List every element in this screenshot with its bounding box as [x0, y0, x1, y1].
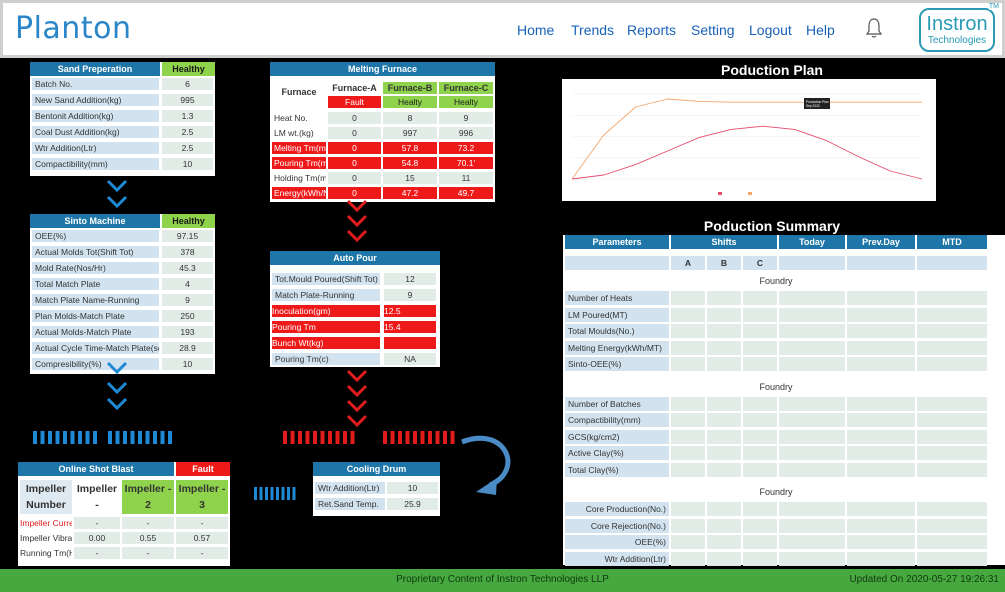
flow-chevron-icon	[106, 397, 128, 411]
flow-dash	[130, 431, 135, 444]
flow-dash	[33, 431, 37, 444]
flow-dash	[48, 431, 52, 444]
flow-dash	[93, 431, 97, 444]
flow-dash	[276, 487, 279, 500]
flow-dash	[270, 487, 274, 500]
flow-dash	[265, 487, 268, 500]
flow-dash	[40, 431, 45, 444]
flow-dash	[254, 487, 257, 500]
flow-dash	[138, 431, 142, 444]
flow-dash	[115, 431, 120, 444]
flow-dash	[108, 431, 112, 444]
curved-arrow-icon	[461, 435, 511, 488]
flow-dash	[320, 431, 325, 444]
flow-dash	[420, 431, 425, 444]
flow-chevron-icon	[346, 214, 368, 228]
flow-dash	[283, 431, 287, 444]
flow-dash	[292, 487, 296, 500]
flow-dash	[343, 431, 347, 444]
flow-dash	[168, 431, 172, 444]
flow-dash	[85, 431, 90, 444]
flow-dash	[335, 431, 340, 444]
flow-dash	[413, 431, 417, 444]
flow-dash	[398, 431, 402, 444]
flow-dash	[313, 431, 317, 444]
flow-dash	[305, 431, 310, 444]
flow-decorations	[33, 179, 511, 500]
flow-dash	[281, 487, 285, 500]
flow-dash	[153, 431, 157, 444]
flow-chevron-icon	[346, 399, 368, 413]
flow-dash	[298, 431, 302, 444]
footer-bar: Proprietary Content of Instron Technolog…	[0, 569, 1005, 592]
flow-chevron-icon	[346, 229, 368, 243]
flow-dash	[55, 431, 60, 444]
flow-chevron-icon	[346, 414, 368, 428]
flow-chevron-icon	[106, 179, 128, 193]
footer-updated: Updated On 2020-05-27 19:26:31	[849, 574, 999, 585]
flow-dash	[383, 431, 387, 444]
flow-dash	[259, 487, 263, 500]
flow-dash	[123, 431, 127, 444]
flow-chevron-icon	[106, 195, 128, 209]
flow-dash	[450, 431, 455, 444]
flow-chevron-icon	[346, 369, 368, 383]
flow-dash	[287, 487, 290, 500]
flow-dash	[443, 431, 447, 444]
flow-dash	[390, 431, 395, 444]
flow-dash	[405, 431, 410, 444]
flow-dash	[290, 431, 295, 444]
flow-dash	[435, 431, 440, 444]
flow-dash	[63, 431, 67, 444]
flow-dash	[328, 431, 332, 444]
flow-chevron-icon	[346, 199, 368, 213]
flow-dash	[145, 431, 150, 444]
flow-dash	[78, 431, 82, 444]
flow-dash	[160, 431, 165, 444]
flow-dash	[428, 431, 432, 444]
flow-chevron-icon	[346, 384, 368, 398]
flow-chevron-icon	[106, 361, 128, 375]
flow-chevron-icon	[106, 381, 128, 395]
flow-dash	[70, 431, 75, 444]
curved-arrow-head-icon	[476, 478, 497, 495]
flow-dash	[350, 431, 355, 444]
